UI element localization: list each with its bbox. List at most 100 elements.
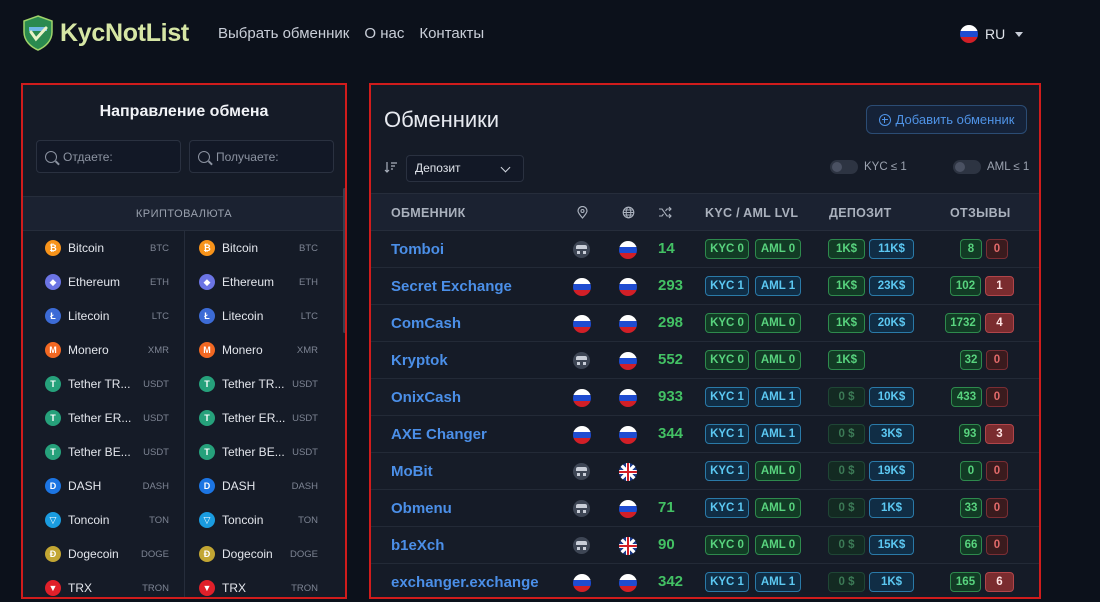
exchangers-panel: Обменники Добавить обменник Депозит KYC … (369, 83, 1041, 599)
sort-select[interactable]: Депозит (406, 155, 524, 182)
kyc-badge: KYC 1 (705, 572, 749, 592)
get-coin-item[interactable]: ₿ Bitcoin BTC (185, 231, 342, 265)
table-row[interactable]: AXE Changer 344 KYC 1 AML 1 0 $3K$ 93 3 (371, 416, 1039, 453)
exchanger-name-link[interactable]: b1eXch (391, 537, 444, 554)
positive-reviews-badge: 33 (960, 498, 982, 518)
table-row[interactable]: Obmenu 71 KYC 1 AML 0 0 $1K$ 33 0 (371, 490, 1039, 527)
min-deposit-badge: 1K$ (828, 276, 865, 296)
nav-choose-exchanger[interactable]: Выбрать обменник (218, 25, 349, 42)
give-coin-item[interactable]: T Tether TR... USDT (23, 367, 181, 401)
get-coin-item[interactable]: Ł Litecoin LTC (185, 299, 342, 333)
rating-value: 14 (658, 240, 675, 257)
give-coin-item[interactable]: ◆ Ethereum ETH (23, 265, 181, 299)
coin-ticker: BTC (150, 242, 169, 254)
location-cell (573, 426, 591, 449)
plus-circle-icon (878, 113, 891, 126)
aml-filter-toggle[interactable]: AML ≤ 1 (953, 160, 1029, 174)
exchanger-name-link[interactable]: exchanger.exchange (391, 574, 539, 591)
get-coin-item[interactable]: T Tether BE... USDT (185, 435, 342, 469)
kyc-filter-label: KYC ≤ 1 (864, 161, 907, 173)
coin-name: Bitcoin (222, 241, 259, 255)
toncoin-icon: ▽ (199, 512, 215, 528)
exchanger-name-link[interactable]: OnixCash (391, 389, 461, 406)
get-coin-item[interactable]: ◆ Ethereum ETH (185, 265, 342, 299)
litecoin-icon: Ł (199, 308, 215, 324)
give-coin-item[interactable]: ▽ Toncoin TON (23, 503, 181, 537)
location-pin-icon (577, 206, 588, 219)
give-search-box[interactable] (36, 140, 181, 173)
table-row[interactable]: ComCash 298 KYC 0 AML 0 1K$ 20K$ 1732 4 (371, 305, 1039, 342)
coin-name: Tether BE... (222, 445, 285, 459)
location-cell (573, 315, 591, 338)
language-selector[interactable]: RU (960, 25, 1024, 43)
give-coin-item[interactable]: T Tether BE... USDT (23, 435, 181, 469)
exchanger-name-link[interactable]: Kryptok (391, 352, 448, 369)
get-search-box[interactable] (189, 140, 334, 173)
exchanger-name-link[interactable]: MoBit (391, 463, 433, 480)
exchanger-name-link[interactable]: Secret Exchange (391, 278, 512, 295)
panel-title: Направление обмена (99, 103, 269, 120)
logo[interactable]: KycNotList (22, 15, 189, 51)
give-coin-item[interactable]: D DASH DASH (23, 469, 181, 503)
rating-value: 342 (658, 573, 684, 590)
location-cell (573, 500, 590, 522)
sort-icon[interactable] (384, 160, 398, 174)
give-coin-item[interactable]: M Monero XMR (23, 333, 181, 367)
give-coin-item[interactable]: Ð Dogecoin DOGE (23, 537, 181, 571)
exchanger-name-link[interactable]: AXE Changer (391, 426, 487, 443)
col-reviews[interactable]: ОТЗЫВЫ (950, 206, 1011, 220)
negative-reviews-badge: 0 (986, 498, 1008, 518)
get-coin-item[interactable]: Ð Dogecoin DOGE (185, 537, 342, 571)
scrollbar[interactable] (343, 188, 345, 333)
toggle-switch[interactable] (953, 160, 981, 174)
exchanger-name-link[interactable]: ComCash (391, 315, 461, 332)
get-coin-item[interactable]: ▽ Toncoin TON (185, 503, 342, 537)
bitcoin-icon: ₿ (45, 240, 61, 256)
kyc-badge: KYC 1 (705, 461, 749, 481)
give-coin-item[interactable]: T Tether ER... USDT (23, 401, 181, 435)
russia-flag-icon (619, 500, 637, 518)
aml-badge: AML 1 (755, 424, 801, 444)
get-coin-item[interactable]: T Tether ER... USDT (185, 401, 342, 435)
kyc-filter-toggle[interactable]: KYC ≤ 1 (830, 160, 907, 174)
col-exchanger[interactable]: ОБМЕННИК (391, 206, 466, 220)
get-coin-item[interactable]: D DASH DASH (185, 469, 342, 503)
table-row[interactable]: MoBit KYC 1 AML 0 0 $19K$ 0 0 (371, 453, 1039, 490)
table-row[interactable]: Secret Exchange 293 KYC 1 AML 1 1K$ 23K$ 102 1 (371, 268, 1039, 305)
get-coin-item[interactable]: M Monero XMR (185, 333, 342, 367)
add-exchanger-button[interactable]: Добавить обменник (866, 105, 1027, 134)
exchanger-name-link[interactable]: Tomboi (391, 241, 444, 258)
get-coin-item[interactable]: ▼ TRX TRON (185, 571, 342, 597)
table-row[interactable]: b1eXch 90 KYC 0 AML 0 0 $15K$ 66 0 (371, 527, 1039, 564)
exchanger-name-link[interactable]: Obmenu (391, 500, 452, 517)
get-search-input[interactable] (216, 149, 316, 164)
give-coin-item[interactable]: ₿ Bitcoin BTC (23, 231, 181, 265)
exchange-direction-panel: Направление обмена КРИПТОВАЛЮТА ₿ Bitcoin… (21, 83, 347, 599)
give-coin-item[interactable]: ▼ TRX TRON (23, 571, 181, 597)
get-coin-item[interactable]: T Tether TR... USDT (185, 367, 342, 401)
toggle-switch[interactable] (830, 160, 858, 174)
table-row[interactable]: Tomboi 14 KYC 0 AML 0 1K$ 11K$ 8 0 (371, 231, 1039, 268)
give-coin-item[interactable]: Ł Litecoin LTC (23, 299, 181, 333)
table-row[interactable]: exchanger.exchange 342 KYC 1 AML 1 0 $1K$ 165… (371, 564, 1039, 597)
nav-about[interactable]: О нас (364, 25, 404, 42)
coin-name: Tether TR... (68, 377, 131, 391)
coin-ticker: XMR (147, 344, 169, 356)
coin-name: DASH (68, 479, 102, 493)
search-icon (45, 150, 57, 163)
table-row[interactable]: OnixCash 933 KYC 1 AML 1 0 $10K$ 433 0 (371, 379, 1039, 416)
table-row[interactable]: Kryptok 552 KYC 0 AML 0 1K$ 32 0 (371, 342, 1039, 379)
uk-flag-icon (619, 537, 637, 555)
rating-value: 298 (658, 314, 684, 331)
site-language-cell (619, 537, 637, 560)
nav-contacts[interactable]: Контакты (419, 25, 484, 42)
russia-flag-icon (960, 25, 978, 43)
search-icon (198, 150, 210, 163)
coin-ticker: TRON (142, 582, 169, 594)
give-search-input[interactable] (63, 149, 163, 164)
col-kyc-aml[interactable]: KYC / AML LVL (705, 206, 798, 220)
col-deposit[interactable]: ДЕПОЗИТ (829, 206, 892, 220)
coin-ticker: BTC (299, 242, 318, 254)
coin-ticker: USDT (143, 412, 169, 424)
coin-name: Bitcoin (68, 241, 105, 255)
